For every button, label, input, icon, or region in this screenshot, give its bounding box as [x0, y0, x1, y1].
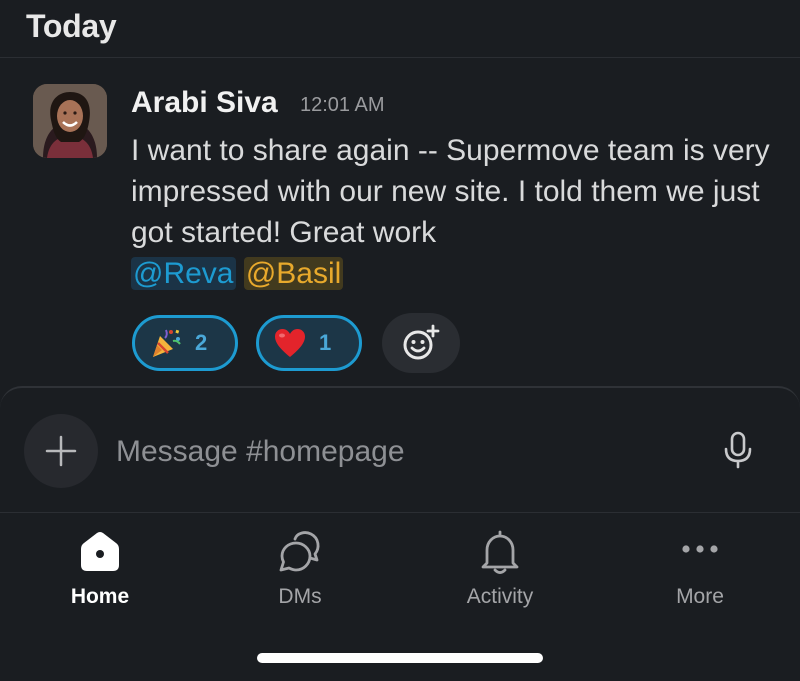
red-heart-icon — [275, 329, 305, 357]
mention-reva[interactable]: @Reva — [131, 257, 236, 290]
slack-channel-screen: Today Arabi Siva 12:01 AM I want to shar… — [0, 0, 800, 681]
tab-activity[interactable]: Activity — [400, 527, 600, 609]
day-header: Today — [26, 8, 117, 44]
plus-icon — [45, 435, 77, 467]
tab-label: DMs — [278, 585, 322, 608]
dms-icon — [279, 531, 320, 572]
message-input[interactable] — [116, 432, 696, 472]
more-icon — [682, 545, 718, 553]
message-text: I want to share again -- Supermove team … — [131, 134, 770, 249]
tab-dms[interactable]: DMs — [200, 527, 400, 609]
reactions-row: 2 1 — [132, 313, 460, 373]
reaction-party-popper[interactable]: 2 — [132, 315, 238, 371]
attach-button[interactable] — [24, 414, 98, 488]
day-divider — [0, 57, 800, 58]
message-body: I want to share again -- Supermove team … — [131, 130, 781, 294]
message-timestamp[interactable]: 12:01 AM — [300, 94, 385, 117]
home-icon — [81, 532, 119, 571]
reaction-count: 2 — [195, 330, 208, 355]
tab-label: More — [676, 585, 724, 608]
tab-label: Activity — [466, 585, 534, 608]
tab-home[interactable]: Home — [0, 527, 200, 609]
add-emoji-icon — [403, 324, 440, 360]
microphone-button[interactable] — [718, 430, 758, 475]
mention-basil[interactable]: @Basil — [243, 257, 344, 290]
add-reaction-button[interactable] — [382, 313, 460, 373]
message-author[interactable]: Arabi Siva — [131, 86, 278, 120]
reaction-red-heart[interactable]: 1 — [256, 315, 362, 371]
home-indicator[interactable] — [257, 653, 543, 663]
tab-more[interactable]: More — [600, 527, 800, 609]
reaction-count: 1 — [319, 330, 332, 355]
party-popper-icon — [153, 329, 181, 357]
bell-icon — [481, 530, 519, 574]
microphone-icon — [724, 431, 752, 469]
message-composer — [0, 386, 800, 512]
avatar[interactable] — [33, 84, 107, 158]
tab-label: Home — [70, 585, 130, 608]
